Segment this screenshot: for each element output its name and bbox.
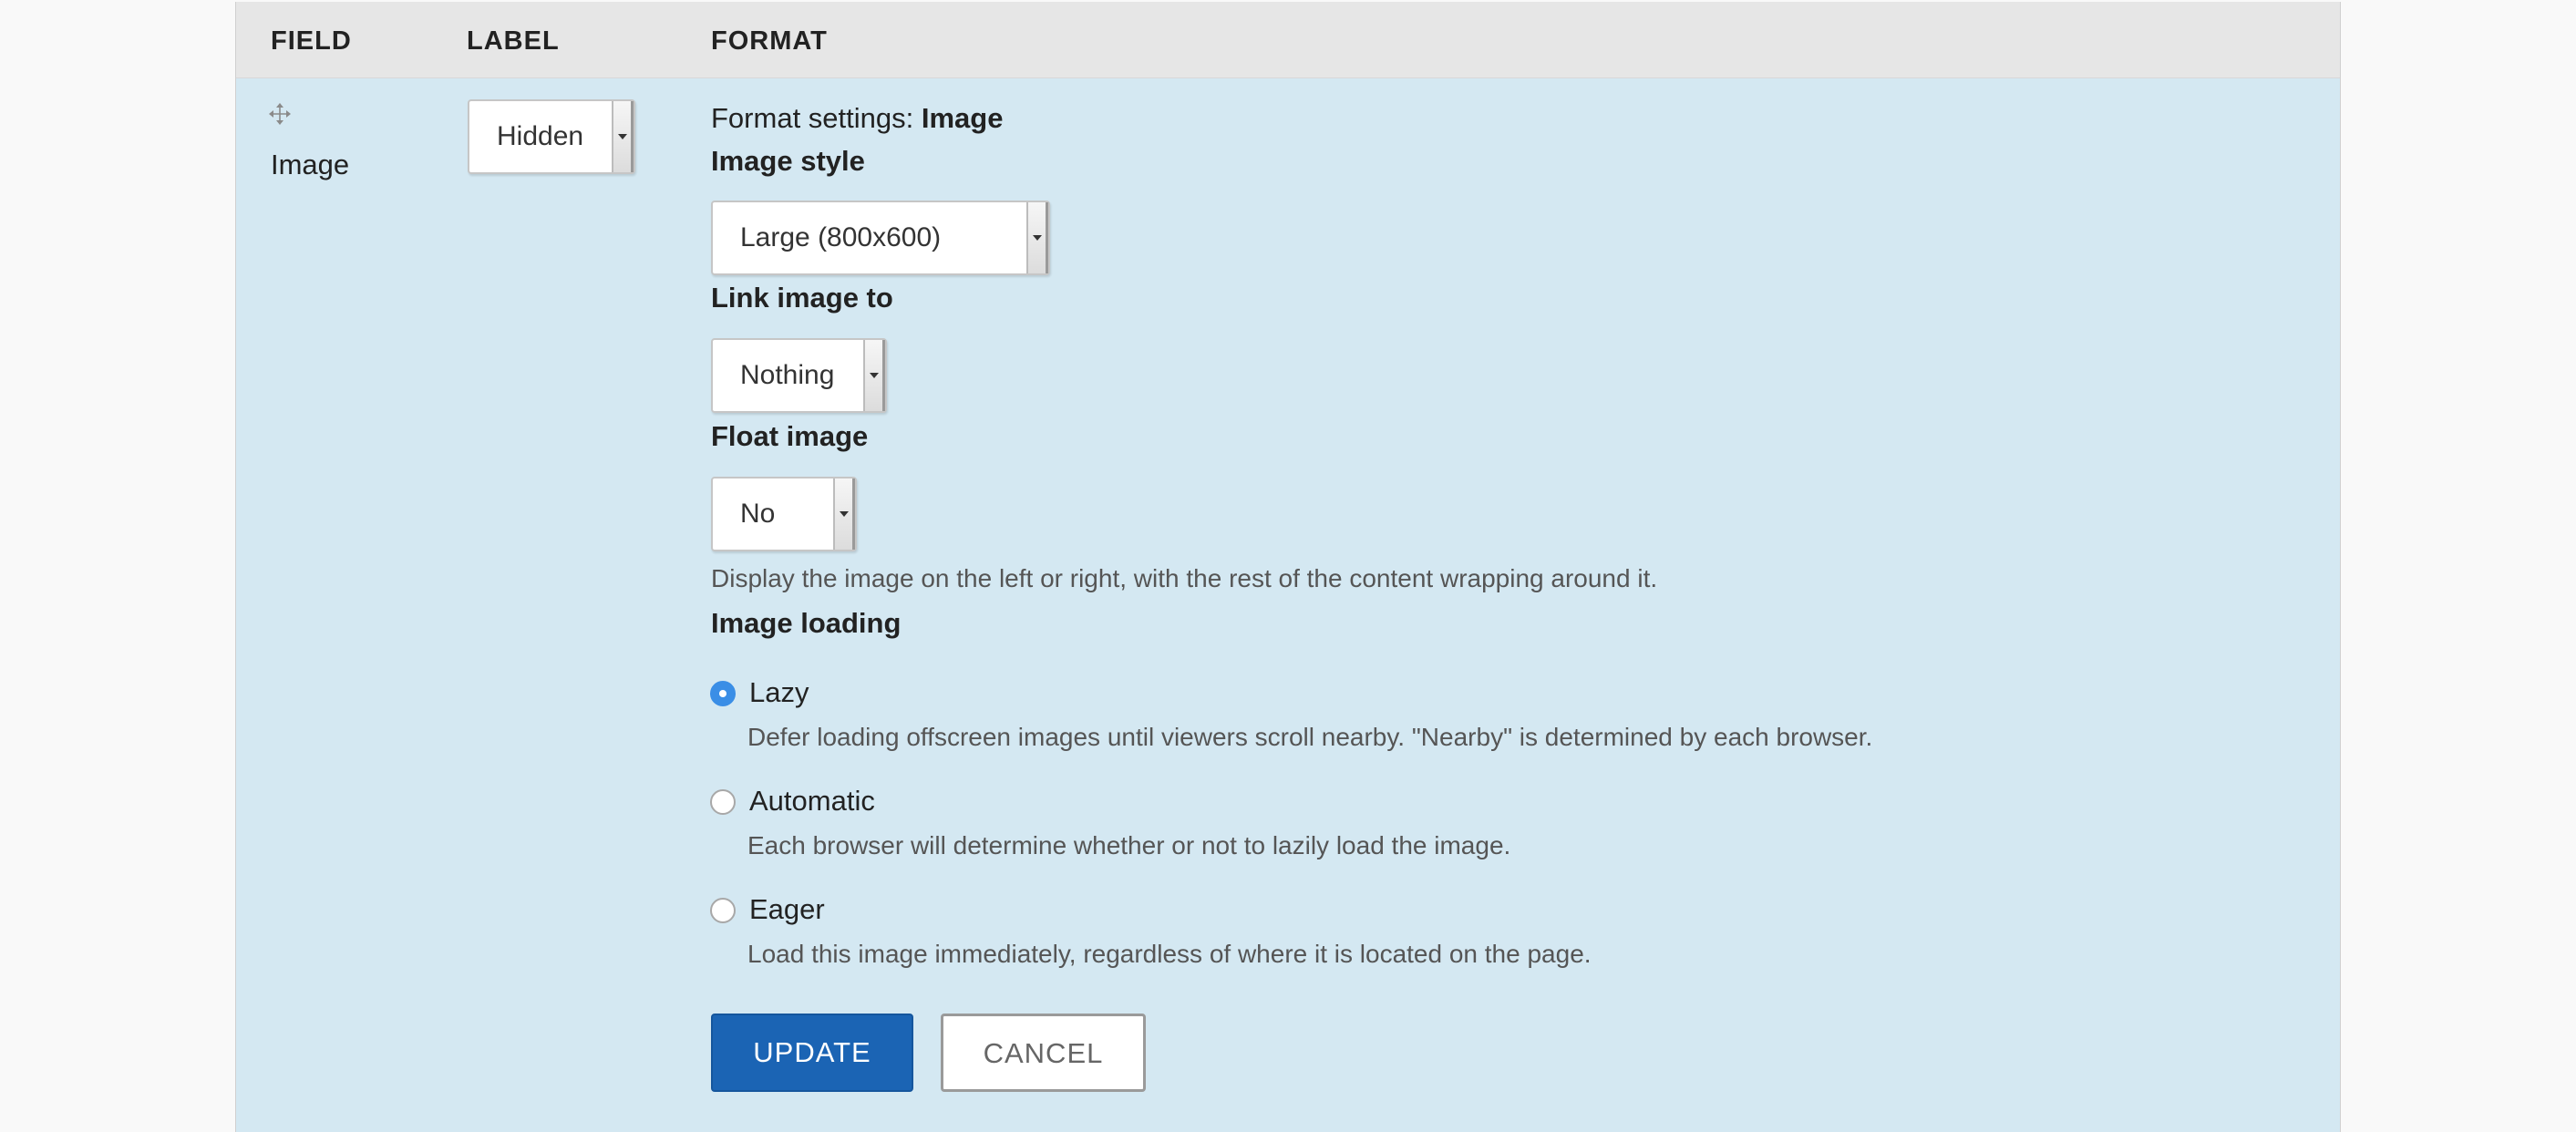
radio-lazy-description: Defer loading offscreen images until vie…	[747, 723, 1873, 751]
radio-eager-label[interactable]: Eager	[749, 893, 825, 926]
caret-down-icon	[1026, 202, 1048, 273]
link-image-to-select-value: Nothing	[740, 360, 835, 390]
float-image-select-value: No	[740, 499, 776, 529]
image-style-label: Image style	[711, 145, 865, 177]
field-name: Image	[271, 149, 350, 180]
float-image-select[interactable]: No	[711, 477, 857, 551]
format-settings-title: Format settings: Image	[711, 102, 1003, 135]
image-style-select[interactable]: Large (800x600)	[711, 201, 1050, 275]
caret-down-icon	[833, 479, 855, 550]
radio-automatic[interactable]	[710, 789, 736, 815]
radio-automatic-label[interactable]: Automatic	[749, 785, 875, 818]
caret-down-icon	[863, 340, 885, 411]
float-image-description: Display the image on the left or right, …	[711, 564, 1658, 592]
float-image-label: Float image	[711, 420, 869, 452]
radio-automatic-description: Each browser will determine whether or n…	[747, 831, 1511, 859]
header-format: FORMAT	[711, 26, 828, 56]
table-header: FIELD LABEL FORMAT	[236, 2, 2340, 78]
image-loading-label: Image loading	[711, 607, 902, 639]
link-image-to-label: Link image to	[711, 282, 893, 314]
cancel-button[interactable]: CANCEL	[941, 1014, 1146, 1092]
image-style-select-value: Large (800x600)	[740, 222, 942, 252]
label-display-select[interactable]: Hidden	[468, 99, 635, 174]
header-field: FIELD	[271, 26, 352, 56]
radio-eager[interactable]	[710, 898, 736, 923]
format-settings-prefix: Format settings:	[711, 102, 914, 134]
update-button[interactable]: UPDATE	[711, 1014, 913, 1092]
caret-down-icon	[612, 101, 634, 172]
radio-lazy[interactable]	[710, 681, 736, 706]
header-label: LABEL	[467, 26, 560, 56]
move-arrows-icon[interactable]	[268, 102, 292, 126]
field-display-table: FIELD LABEL FORMAT Image Hidden Format s…	[235, 2, 2341, 1132]
label-display-select-value: Hidden	[497, 121, 584, 151]
radio-eager-description: Load this image immediately, regardless …	[747, 940, 1592, 968]
link-image-to-select[interactable]: Nothing	[711, 338, 887, 413]
format-settings-formatter: Image	[921, 102, 1004, 134]
radio-lazy-label[interactable]: Lazy	[749, 676, 809, 709]
